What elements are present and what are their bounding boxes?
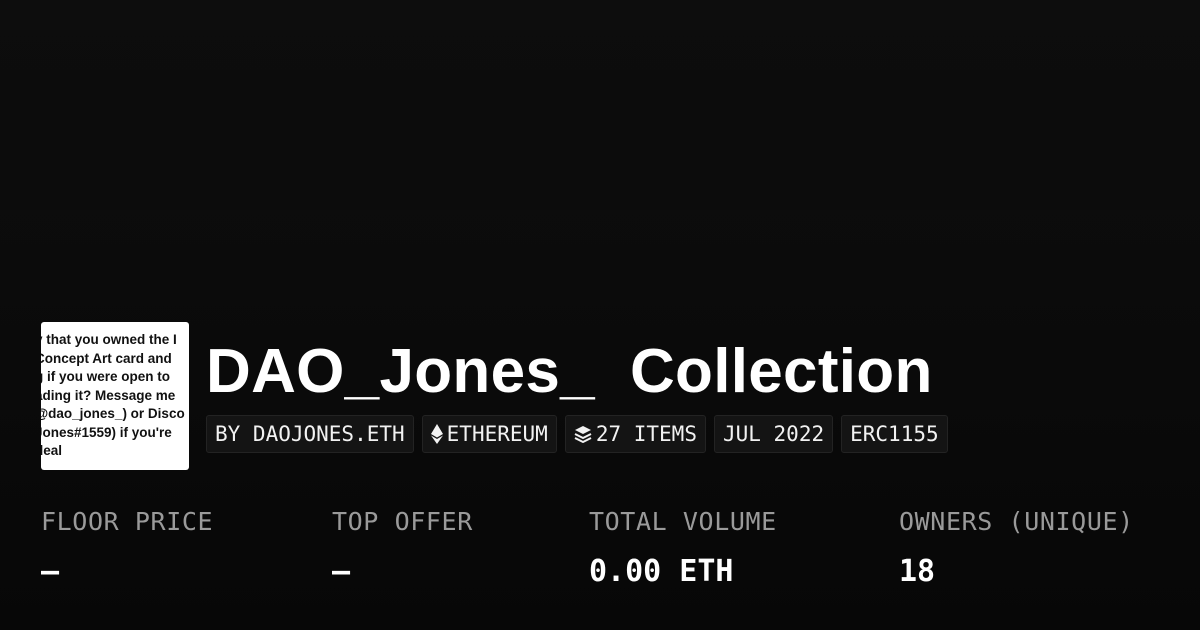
floor-price-value: – <box>41 554 60 589</box>
floor-price-label: FLOOR PRICE <box>41 507 214 536</box>
total-volume-label: TOTAL VOLUME <box>589 507 777 536</box>
date-tag: JUL 2022 <box>713 415 834 453</box>
creator-label: BY DAOJONES.ETH <box>215 422 405 446</box>
items-tag: 27 ITEMS <box>564 415 706 453</box>
collection-title: DAO_Jones_ Collection <box>206 337 933 406</box>
top-offer-stat: TOP OFFER – <box>332 506 473 588</box>
owners-value: 18 <box>899 554 936 589</box>
chain-tag: ETHEREUM <box>421 415 557 453</box>
standard-tag: ERC1155 <box>841 415 948 453</box>
creator-tag[interactable]: BY DAOJONES.ETH <box>206 415 414 453</box>
thumbnail-line: deal <box>41 443 63 458</box>
layers-icon <box>574 425 592 443</box>
collection-thumbnail: y that you owned the I Concept Art card … <box>41 322 189 470</box>
top-offer-label: TOP OFFER <box>332 507 473 536</box>
chain-label: ETHEREUM <box>446 422 548 446</box>
owners-label: OWNERS (UNIQUE) <box>899 507 1134 536</box>
thumbnail-line: Jones#1559) if you're <box>41 424 172 440</box>
floor-price-stat: FLOOR PRICE – <box>41 506 213 588</box>
top-offer-value: – <box>332 554 351 589</box>
thumbnail-text: y that you owned the I Concept Art card … <box>41 331 189 461</box>
standard-label: ERC1155 <box>850 422 939 446</box>
collection-tags: BY DAOJONES.ETH ETHEREUM 27 ITEMS JUL 20… <box>206 415 948 453</box>
thumbnail-line: Concept Art card and <box>41 350 172 366</box>
thumbnail-line: y that you owned the I <box>41 332 177 347</box>
thumbnail-line: g if you were open to <box>41 369 171 384</box>
date-label: JUL 2022 <box>722 422 825 446</box>
total-volume-value: 0.00 ETH <box>589 554 734 589</box>
total-volume-stat: TOTAL VOLUME 0.00 ETH <box>589 506 777 588</box>
thumbnail-line: ading it? Message me <box>41 387 176 403</box>
ethereum-icon <box>430 424 443 444</box>
collection-card: y that you owned the I Concept Art card … <box>0 0 1200 630</box>
thumbnail-line: @dao_jones_) or Disco <box>41 406 185 421</box>
owners-stat: OWNERS (UNIQUE) 18 <box>899 506 1134 588</box>
items-label: 27 ITEMS <box>595 422 697 446</box>
